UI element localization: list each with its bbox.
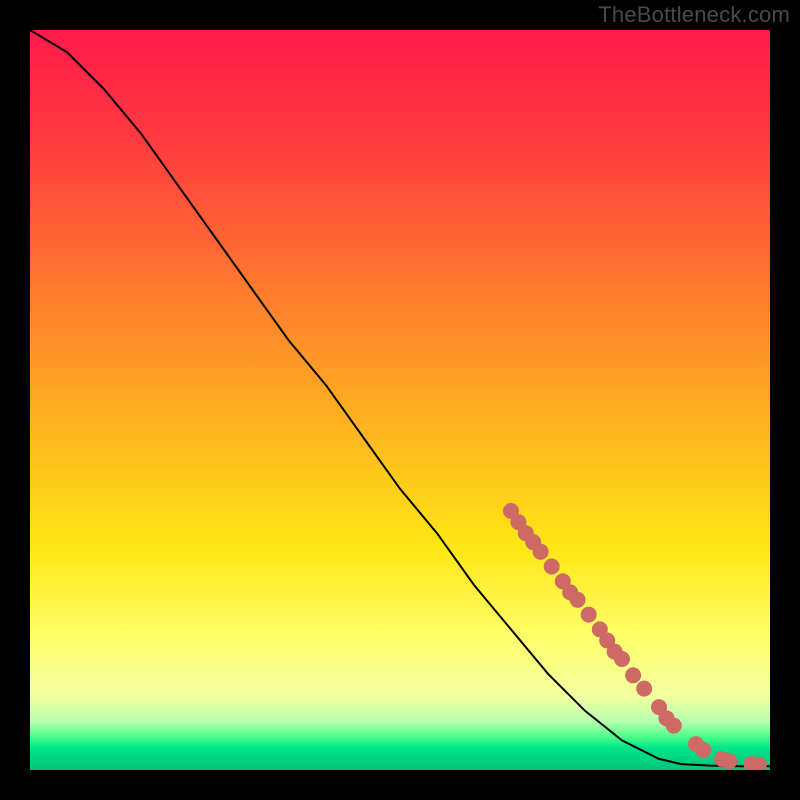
plot-area [30,30,770,770]
data-point-marker [533,544,548,559]
data-point-marker [696,743,711,758]
gradient-background [30,30,770,770]
data-point-marker [666,718,681,733]
data-point-marker [626,668,641,683]
data-point-marker [544,559,559,574]
chart-svg [30,30,770,770]
data-point-marker [722,754,737,769]
data-point-marker [751,757,766,770]
data-point-marker [637,681,652,696]
chart-frame: TheBottleneck.com [0,0,800,800]
data-point-marker [615,652,630,667]
data-point-marker [581,607,596,622]
data-point-marker [570,592,585,607]
watermark-text: TheBottleneck.com [598,2,790,28]
